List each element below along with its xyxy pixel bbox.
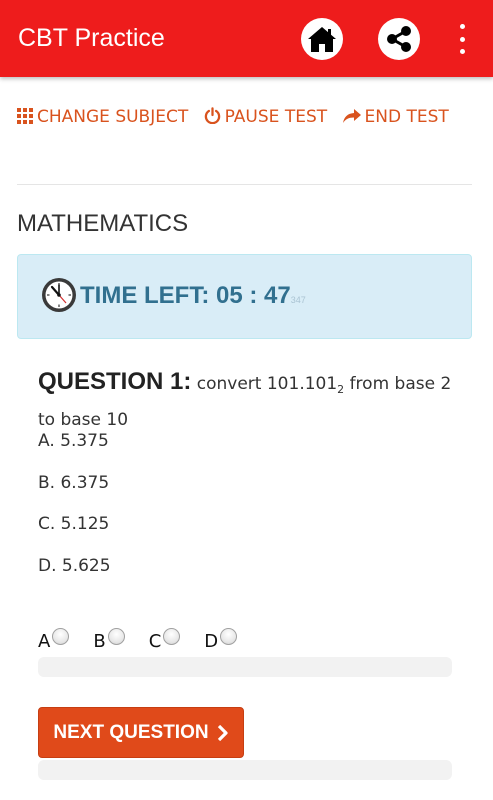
answer-b-label: B: [93, 631, 106, 652]
answer-a-label: A: [38, 631, 51, 652]
pause-test-link[interactable]: PAUSE TEST: [204, 107, 327, 127]
answer-d-label: D: [204, 631, 219, 652]
question-text: QUESTION 1: convert 101.1012 from base 2…: [38, 367, 458, 435]
share-icon: [387, 26, 411, 52]
question-label: QUESTION 1:: [38, 368, 192, 395]
more-options-button[interactable]: [448, 24, 476, 54]
answer-d-radio[interactable]: [220, 628, 238, 645]
change-subject-link[interactable]: CHANGE SUBJECT: [17, 107, 188, 127]
chevron-right-icon: [217, 724, 228, 741]
seconds-remaining: 347: [290, 295, 306, 305]
question-body-start: convert 101.101: [196, 374, 338, 394]
divider: [17, 184, 472, 185]
end-test-label: END TEST: [364, 107, 449, 127]
option-a: A. 5.375: [38, 431, 109, 451]
footer-bar: [38, 760, 452, 780]
grid-icon: [17, 108, 33, 124]
option-d: D. 5.625: [38, 556, 111, 576]
answer-d[interactable]: D: [204, 628, 238, 655]
answer-b[interactable]: B: [93, 628, 125, 655]
next-question-button[interactable]: NEXT QUESTION: [38, 707, 244, 758]
share-arrow-icon: [342, 109, 361, 123]
app-title: CBT Practice: [18, 24, 165, 52]
answer-a[interactable]: A: [38, 628, 70, 655]
answer-c-radio[interactable]: [163, 628, 181, 645]
answer-choices: A B C D: [38, 628, 261, 654]
test-toolbar: CHANGE SUBJECT PAUSE TEST END TEST: [17, 103, 477, 131]
more-vert-icon: [459, 24, 465, 29]
clock-icon: [42, 278, 76, 312]
time-left: TIME LEFT: 05 : 47347: [80, 282, 306, 310]
pause-test-label: PAUSE TEST: [224, 107, 328, 127]
app-bar: CBT Practice: [0, 0, 493, 77]
option-c: C. 5.125: [38, 514, 110, 534]
timer-panel: TIME LEFT: 05 : 47347: [17, 254, 472, 339]
subject-title: MATHEMATICS: [17, 210, 189, 237]
share-button[interactable]: [378, 18, 420, 60]
feedback-bar: [38, 657, 452, 677]
home-button[interactable]: [301, 18, 343, 60]
option-b: B. 6.375: [38, 473, 110, 493]
change-subject-label: CHANGE SUBJECT: [37, 107, 189, 127]
next-question-label: NEXT QUESTION: [53, 721, 209, 743]
answer-c-label: C: [148, 631, 162, 652]
home-icon: [308, 27, 336, 52]
time-left-text: TIME LEFT: 05 : 47: [80, 282, 291, 309]
answer-b-radio[interactable]: [107, 628, 125, 645]
end-test-link[interactable]: END TEST: [342, 107, 449, 127]
answer-a-radio[interactable]: [52, 628, 70, 645]
answer-c[interactable]: C: [149, 628, 181, 655]
power-icon: [204, 107, 220, 125]
